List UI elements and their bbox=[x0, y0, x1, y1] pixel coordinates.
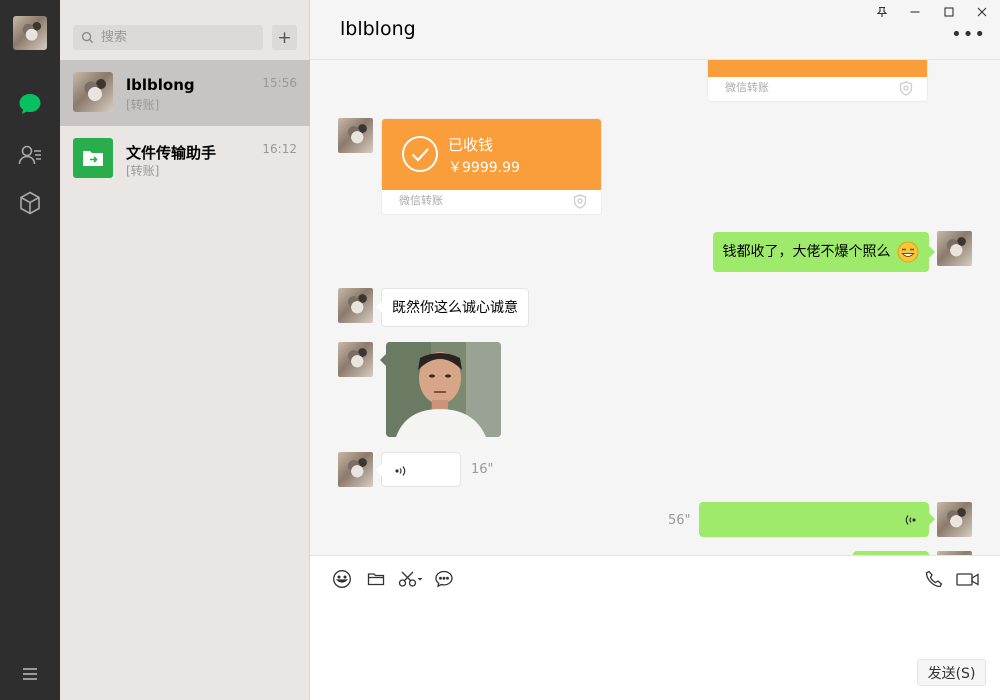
menu-icon bbox=[23, 668, 37, 680]
bubble-tail bbox=[376, 464, 382, 476]
avatar[interactable] bbox=[338, 452, 373, 487]
voice-wave-icon bbox=[905, 515, 916, 525]
received-text-bubble[interactable]: 既然你这么诚心诚意 bbox=[381, 288, 529, 327]
phone-icon bbox=[925, 570, 943, 588]
session-list-panel: + lblblong [转账] 15:56 文件传输助手 [转账] 16:12 bbox=[60, 0, 310, 700]
avatar[interactable] bbox=[937, 231, 972, 266]
message-list: 微信转账 已收钱 ￥9999.99 微信转账 钱都收了，大佬不爆个照么 既然你这… bbox=[310, 60, 1000, 555]
video-call-button[interactable] bbox=[955, 568, 981, 590]
avatar[interactable] bbox=[338, 118, 373, 153]
chat-header: lblblong ••• bbox=[310, 0, 1000, 60]
more-button[interactable]: ••• bbox=[951, 26, 986, 44]
scissors-icon bbox=[398, 571, 423, 587]
voice-duration: 56" bbox=[668, 513, 691, 528]
transfer-footer: 微信转账 bbox=[399, 194, 443, 207]
emoji-icon bbox=[333, 570, 351, 588]
search-input[interactable] bbox=[101, 30, 251, 45]
photo-message[interactable] bbox=[386, 342, 501, 437]
favorites-nav-button[interactable] bbox=[15, 188, 45, 218]
chat-history-button[interactable] bbox=[433, 568, 455, 590]
avatar[interactable] bbox=[338, 288, 373, 323]
session-item[interactable]: 文件传输助手 [转账] 16:12 bbox=[60, 126, 310, 192]
search-icon bbox=[81, 31, 94, 44]
received-voice-bubble[interactable] bbox=[381, 452, 461, 487]
avatar bbox=[73, 72, 113, 112]
add-chat-button[interactable]: + bbox=[272, 25, 297, 50]
chat-icon bbox=[19, 94, 41, 114]
send-button[interactable]: 发送(S) bbox=[917, 659, 986, 686]
shield-icon bbox=[899, 81, 913, 96]
avatar[interactable] bbox=[937, 502, 972, 537]
minimize-icon bbox=[910, 11, 920, 13]
pin-button[interactable] bbox=[873, 3, 891, 21]
chat-history-icon bbox=[435, 570, 453, 588]
my-avatar[interactable] bbox=[13, 16, 47, 50]
transfer-footer: 微信转账 bbox=[725, 81, 769, 94]
session-time: 15:56 bbox=[262, 76, 297, 90]
file-transfer-icon bbox=[73, 138, 113, 178]
avatar[interactable] bbox=[338, 342, 373, 377]
shield-icon bbox=[573, 194, 587, 209]
search-box[interactable] bbox=[73, 25, 263, 50]
video-icon bbox=[956, 573, 979, 586]
voice-call-button[interactable] bbox=[923, 568, 945, 590]
maximize-icon bbox=[944, 7, 954, 17]
menu-button[interactable] bbox=[15, 659, 45, 689]
bubble-tail bbox=[376, 301, 382, 313]
sent-transfer-card[interactable]: 微信转账 bbox=[707, 60, 928, 102]
close-button[interactable] bbox=[973, 3, 991, 21]
bubble-tail bbox=[929, 513, 935, 525]
message-composer: 发送(S) bbox=[310, 555, 1000, 700]
received-transfer-card[interactable]: 已收钱 ￥9999.99 微信转账 bbox=[381, 118, 602, 215]
check-icon bbox=[402, 136, 438, 172]
session-name: 文件传输助手 bbox=[126, 144, 217, 162]
sent-text-bubble[interactable]: 钱都收了，大佬不爆个照么 bbox=[712, 232, 929, 272]
voice-wave-icon bbox=[395, 466, 406, 476]
minimize-button[interactable] bbox=[906, 3, 924, 21]
left-rail bbox=[0, 0, 60, 700]
message-text: 既然你这么诚心诚意 bbox=[392, 300, 518, 316]
emoji-button[interactable] bbox=[331, 568, 353, 590]
screenshot-button[interactable] bbox=[398, 568, 424, 590]
session-last-message: [转账] bbox=[126, 164, 160, 178]
sent-voice-bubble[interactable] bbox=[699, 502, 929, 537]
bubble-tail bbox=[929, 246, 935, 258]
close-icon bbox=[977, 7, 987, 17]
session-last-message: [转账] bbox=[126, 98, 160, 112]
folder-icon bbox=[367, 573, 385, 586]
chat-nav-button[interactable] bbox=[15, 89, 45, 119]
session-item[interactable]: lblblong [转账] 15:56 bbox=[60, 60, 310, 126]
maximize-button[interactable] bbox=[940, 3, 958, 21]
favorites-icon bbox=[20, 191, 40, 215]
session-time: 16:12 bbox=[262, 142, 297, 156]
chat-title: lblblong bbox=[340, 18, 416, 40]
transfer-status: 已收钱 bbox=[448, 136, 494, 154]
voice-duration: 16" bbox=[471, 462, 494, 477]
transfer-amount: ￥9999.99 bbox=[448, 160, 520, 176]
message-text: 钱都收了，大佬不爆个照么 bbox=[722, 244, 891, 260]
contacts-icon bbox=[18, 145, 41, 165]
contacts-nav-button[interactable] bbox=[15, 140, 45, 170]
chat-panel: lblblong ••• 微信转账 已收钱 ￥9999.99 微信转账 钱都收了… bbox=[310, 0, 1000, 700]
session-name: lblblong bbox=[126, 76, 195, 94]
pin-icon bbox=[876, 6, 888, 17]
grin-emoji-icon bbox=[897, 241, 919, 263]
file-button[interactable] bbox=[365, 568, 387, 590]
